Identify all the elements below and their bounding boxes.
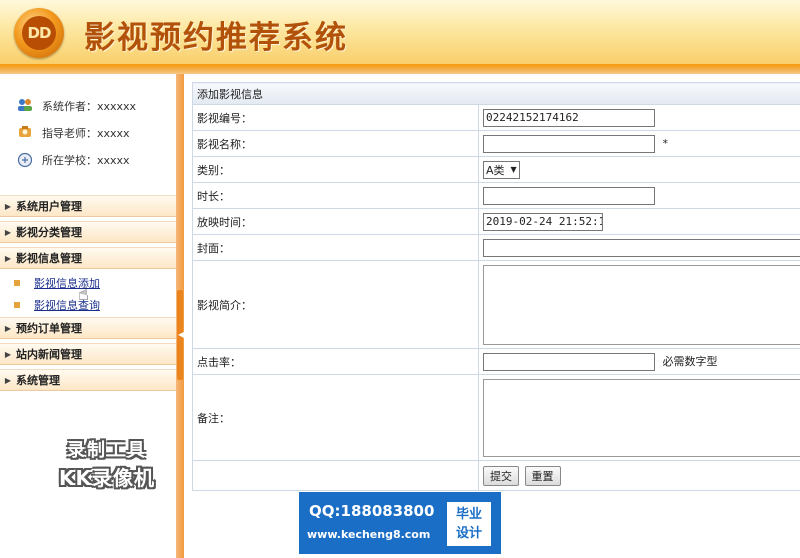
- ad-badge: 毕业 设计: [447, 502, 491, 546]
- menu-category-management[interactable]: ▶ 影视分类管理: [0, 221, 176, 243]
- app-title: 影视预约推荐系统: [84, 20, 348, 56]
- field-label: 类别：: [192, 156, 479, 183]
- field-label: 影视名称：: [192, 130, 479, 157]
- field-label: 时长：: [192, 182, 479, 209]
- main-content: 添加影视信息 影视编号： 02242152174162 影视名称： * 类别： …: [184, 74, 800, 558]
- form-caption-row: 添加影视信息: [192, 82, 800, 105]
- user-group-icon: [16, 98, 34, 114]
- form-caption: 添加影视信息: [192, 82, 800, 105]
- form-row-code: 影视编号： 02242152174162: [192, 104, 800, 131]
- author-text: 系统作者：xxxxxx: [42, 100, 137, 113]
- info-teacher: 指导老师：xxxxx: [16, 123, 130, 143]
- chevron-right-icon: ▶: [4, 349, 12, 359]
- field-label: 封面：: [192, 234, 479, 261]
- menu-system-management[interactable]: ▶ 系统管理: [0, 369, 176, 391]
- movie-name-input[interactable]: [483, 134, 655, 153]
- info-author: 系统作者：xxxxxx: [16, 96, 136, 116]
- form-row-showtime: 放映时间： 2019-02-24 21:52:1: [192, 208, 800, 235]
- header: DD 影视预约推荐系统: [0, 0, 800, 64]
- category-selected-value: A类: [486, 163, 505, 177]
- form-row-duration: 时长：: [192, 182, 800, 209]
- watermark-line2: KK录像机: [59, 466, 155, 490]
- chevron-right-icon: ▶: [4, 323, 12, 333]
- form-row-intro: 影视简介：: [192, 260, 800, 349]
- click-rate-input[interactable]: [483, 352, 655, 371]
- bullet-icon: [14, 302, 20, 308]
- header-divider: [0, 64, 800, 74]
- ad-badge-line2: 设计: [455, 526, 482, 541]
- numeric-hint: 必需数字型: [662, 354, 718, 368]
- chevron-right-icon: ▶: [4, 227, 12, 237]
- teacher-text: 指导老师：xxxxx: [42, 127, 130, 140]
- field-label: 备注：: [192, 374, 479, 461]
- movie-form: 添加影视信息 影视编号： 02242152174162 影视名称： * 类别： …: [192, 82, 800, 491]
- form-row-name: 影视名称： *: [192, 130, 800, 157]
- form-row-category: 类别： A类 ▼: [192, 156, 800, 183]
- submenu-link[interactable]: 影视信息查询: [34, 297, 100, 313]
- menu-label: 系统管理: [16, 374, 60, 387]
- remark-textarea[interactable]: [483, 378, 800, 457]
- field-label: 点击率：: [192, 348, 479, 375]
- menu-order-management[interactable]: ▶ 预约订单管理: [0, 317, 176, 339]
- movie-code-input[interactable]: 02242152174162: [483, 108, 655, 127]
- required-mark: *: [662, 136, 669, 150]
- logo: DD: [14, 8, 64, 58]
- menu-label: 预约订单管理: [16, 322, 82, 335]
- menu-label: 系统用户管理: [16, 200, 82, 213]
- cover-input[interactable]: [483, 238, 800, 257]
- submenu-link[interactable]: 影视信息添加: [34, 275, 100, 291]
- chevron-right-icon: ▶: [4, 375, 12, 385]
- form-row-clicks: 点击率： 必需数字型: [192, 348, 800, 375]
- hand-cursor-icon: ☝: [78, 284, 89, 305]
- chevron-right-icon: ▶: [4, 201, 12, 211]
- chevron-right-icon: ▶: [4, 253, 12, 263]
- intro-textarea[interactable]: [483, 264, 800, 345]
- dropdown-arrow-icon: ▼: [510, 165, 517, 174]
- teacher-icon: [16, 125, 34, 141]
- showtime-input[interactable]: 2019-02-24 21:52:1: [483, 212, 603, 231]
- menu-label: 影视信息管理: [16, 252, 82, 265]
- bullet-icon: [14, 280, 20, 286]
- menu-label: 站内新闻管理: [16, 348, 82, 361]
- form-row-cover: 封面：: [192, 234, 800, 261]
- recorder-watermark: 录制工具 KK录像机: [42, 438, 172, 492]
- school-text: 所在学校：xxxxx: [42, 154, 130, 167]
- ad-qq-text: QQ:188083800: [309, 502, 435, 520]
- watermark-line1: 录制工具: [67, 440, 147, 461]
- duration-input[interactable]: [483, 186, 655, 205]
- info-school: 所在学校：xxxxx: [16, 150, 130, 170]
- ad-banner[interactable]: QQ:188083800 www.kecheng8.com 毕业 设计: [299, 492, 501, 554]
- form-row-remark: 备注：: [192, 374, 800, 461]
- field-label: 影视简介：: [192, 260, 479, 349]
- field-label: 影视编号：: [192, 104, 479, 131]
- field-label: 放映时间：: [192, 208, 479, 235]
- form-row-actions: 提交 重置: [192, 460, 800, 491]
- logo-text: DD: [22, 16, 56, 50]
- menu-movie-management[interactable]: ▶ 影视信息管理: [0, 247, 176, 269]
- ad-badge-line1: 毕业: [455, 507, 482, 522]
- menu-news-management[interactable]: ▶ 站内新闻管理: [0, 343, 176, 365]
- menu-label: 影视分类管理: [16, 226, 82, 239]
- menu-user-management[interactable]: ▶ 系统用户管理: [0, 195, 176, 217]
- submit-button[interactable]: 提交: [483, 465, 519, 486]
- category-select[interactable]: A类 ▼: [483, 160, 520, 179]
- ad-site-text: www.kecheng8.com: [307, 528, 431, 541]
- school-icon: [16, 152, 34, 168]
- reset-button[interactable]: 重置: [524, 465, 561, 486]
